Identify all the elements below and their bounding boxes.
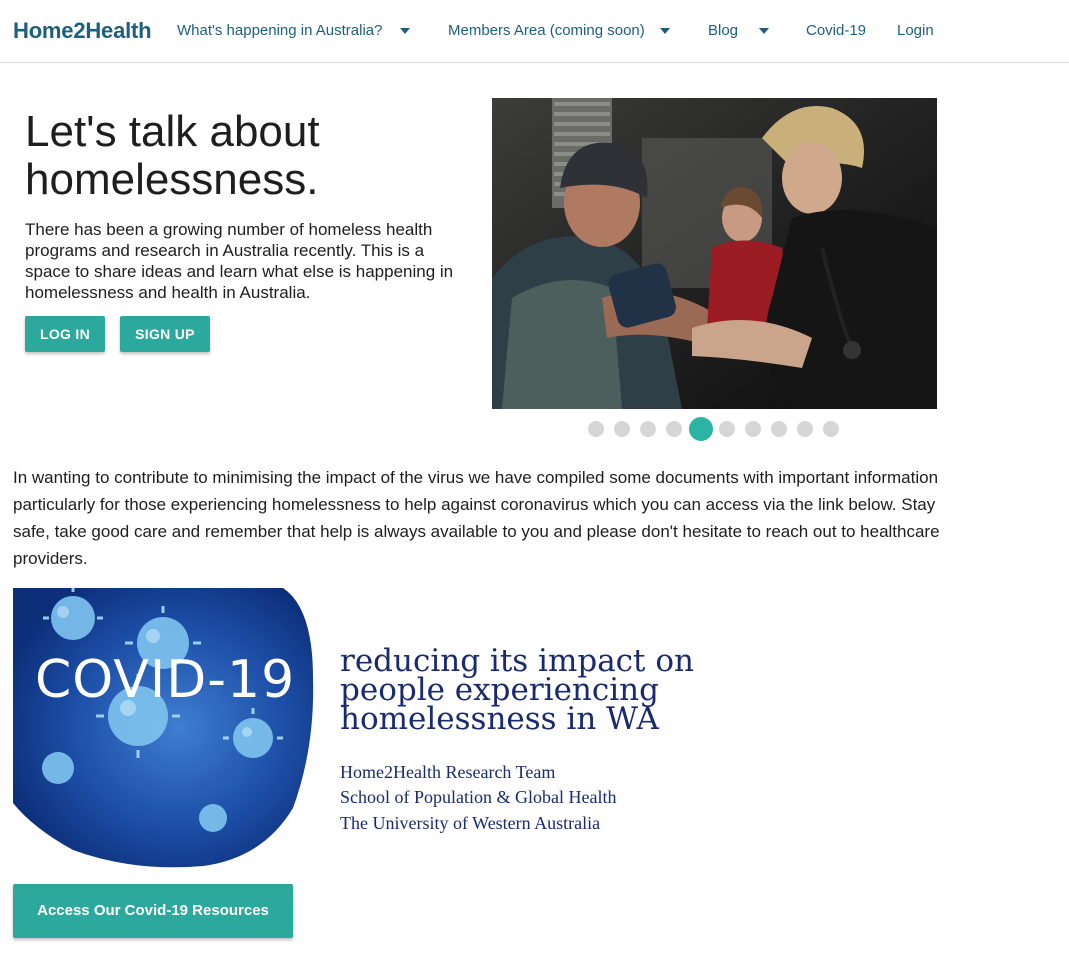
carousel-slide-image[interactable] [492, 98, 937, 409]
carousel-dot[interactable] [771, 421, 787, 437]
nav-login[interactable]: Login [897, 22, 934, 39]
carousel-dot[interactable] [666, 421, 682, 437]
nav-members-area[interactable]: Members Area (coming soon) [448, 22, 645, 39]
team-line: Home2Health Research Team [340, 762, 556, 782]
chevron-down-icon[interactable] [759, 28, 769, 34]
team-line: School of Population & Global Health [340, 787, 617, 807]
covid-virus-image [13, 586, 315, 870]
carousel-dot-active[interactable] [689, 417, 713, 441]
chevron-down-icon[interactable] [400, 28, 410, 34]
team-line: The University of Western Australia [340, 813, 601, 833]
hero-description: There has been a growing number of homel… [25, 220, 454, 302]
nav-covid19[interactable]: Covid-19 [806, 22, 866, 39]
hero-title: Let's talk about homelessness. [25, 107, 320, 204]
covid-heading: reducing its impact on people experienci… [340, 643, 694, 737]
carousel-dot[interactable] [823, 421, 839, 437]
carousel-dot[interactable] [745, 421, 761, 437]
nav-whats-happening[interactable]: What's happening in Australia? [177, 22, 383, 39]
covid-image-caption: COVID-19 [35, 650, 296, 710]
signup-button[interactable]: SIGN UP [120, 316, 210, 352]
chevron-down-icon[interactable] [660, 28, 670, 34]
covid-intro-paragraph: In wanting to contribute to minimising t… [13, 468, 940, 568]
login-button[interactable]: LOG IN [25, 316, 105, 352]
brand-logo[interactable]: Home2Health [13, 18, 152, 44]
nav-blog[interactable]: Blog [708, 22, 738, 39]
covid-resources-button[interactable]: Access Our Covid-19 Resources [13, 884, 293, 938]
carousel-dot[interactable] [719, 421, 735, 437]
carousel-dot[interactable] [588, 421, 604, 437]
carousel-dot[interactable] [614, 421, 630, 437]
top-navbar: Home2Health What's happening in Australi… [0, 0, 1069, 63]
carousel-dot[interactable] [640, 421, 656, 437]
carousel-dot[interactable] [797, 421, 813, 437]
